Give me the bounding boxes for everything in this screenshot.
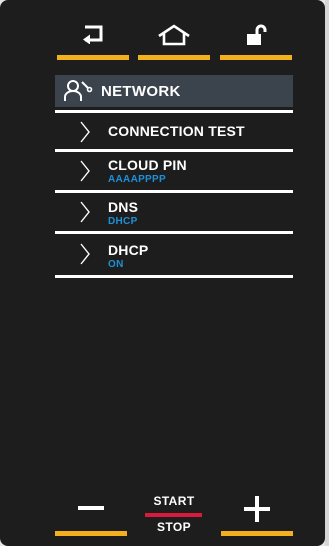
stop-label: STOP	[156, 520, 192, 534]
start-stop-divider	[145, 513, 202, 517]
start-label: START	[153, 494, 195, 508]
plus-button[interactable]	[221, 488, 293, 536]
home-icon	[158, 24, 190, 46]
back-button[interactable]	[57, 16, 129, 60]
item-divider	[55, 231, 293, 234]
menu-item-connection-test[interactable]: CONNECTION TEST	[55, 110, 293, 152]
minus-button-bar	[55, 531, 127, 536]
back-arrow-icon	[83, 25, 103, 44]
menu-item-value: ON	[108, 259, 124, 270]
start-stop-button[interactable]: START STOP	[140, 494, 208, 536]
unlock-icon	[247, 24, 267, 45]
plus-icon	[244, 496, 270, 522]
item-divider	[55, 275, 293, 278]
menu-item-dhcp[interactable]: DHCP ON	[55, 231, 293, 278]
menu-item-cloud-pin[interactable]: CLOUD PIN AAAAPPPP	[55, 149, 293, 191]
home-button[interactable]	[138, 16, 210, 60]
plus-button-bar	[221, 531, 293, 536]
chevron-right-icon	[80, 201, 90, 223]
menu-item-label: DNS	[108, 199, 139, 215]
menu-item-dns[interactable]: DNS DHCP	[55, 190, 293, 232]
minus-icon	[78, 506, 104, 510]
device-edge	[325, 0, 329, 546]
chevron-right-icon	[80, 243, 90, 265]
lock-button-bar	[220, 55, 292, 60]
item-divider	[55, 110, 293, 113]
chevron-right-icon	[80, 160, 90, 182]
user-wrench-icon	[64, 80, 93, 101]
menu-item-label: CLOUD PIN	[108, 157, 187, 173]
home-button-bar	[138, 55, 210, 60]
menu-item-value: AAAAPPPP	[108, 174, 166, 185]
item-divider	[55, 190, 293, 193]
back-button-bar	[57, 55, 129, 60]
page-title-bar: NETWORK	[55, 75, 293, 107]
menu-item-label: DHCP	[108, 242, 149, 258]
item-divider	[55, 149, 293, 152]
page-title: NETWORK	[101, 82, 181, 100]
chevron-right-icon	[80, 121, 90, 143]
menu-item-value: DHCP	[108, 216, 138, 227]
minus-button[interactable]	[55, 488, 127, 536]
menu-item-label: CONNECTION TEST	[108, 123, 245, 139]
lock-button[interactable]	[220, 16, 292, 60]
device-screen: NETWORK CONNECTION TEST CLOUD PIN AAAAPP…	[0, 0, 325, 546]
